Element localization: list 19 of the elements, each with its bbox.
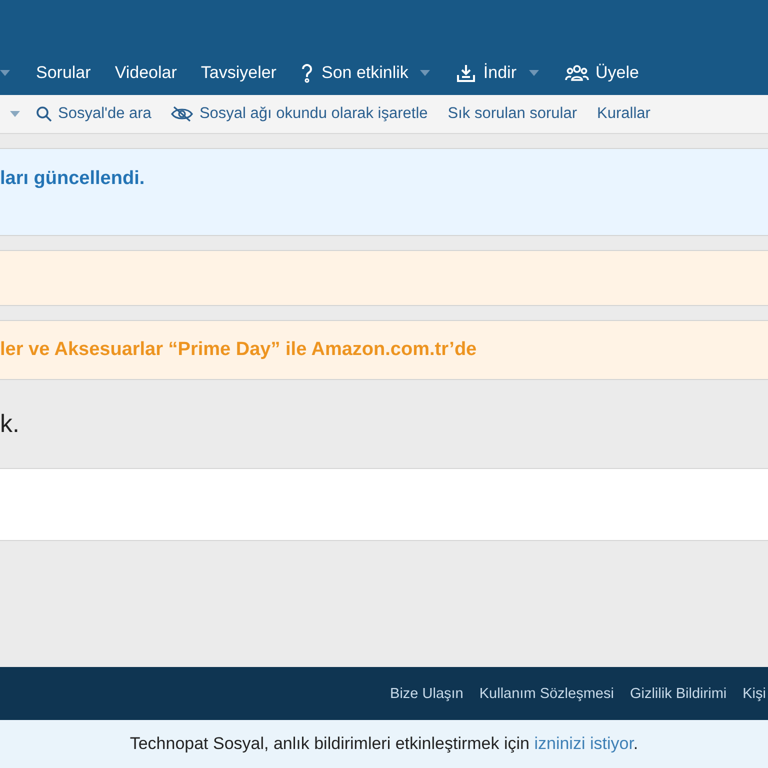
- subnav-link[interactable]: Sosyal ağı okundu olarak işaretle: [171, 105, 428, 123]
- nav-link[interactable]: Tavsiyeler: [200, 62, 276, 82]
- permission-link[interactable]: izninizi istiyor: [534, 734, 634, 753]
- subnav-link[interactable]: Sosyal'de ara: [36, 105, 152, 123]
- subnav-link[interactable]: Sık sorulan sorular: [448, 105, 578, 123]
- footer-link[interactable]: Kullanım Sözleşmesi: [479, 686, 614, 702]
- notification-message: Technopat Sosyal, anlık bildirimleri etkinleştirmek için izninizi istiyor.: [130, 734, 638, 754]
- footer-link[interactable]: Bize Ulaşın: [390, 686, 464, 702]
- subnav-link[interactable]: Kurallar: [597, 105, 650, 123]
- nav-link[interactable]: Üyele: [564, 62, 639, 82]
- nav-link[interactable]: İndir: [456, 62, 516, 82]
- notice-text: ler ve Aksesuarlar “Prime Day” ile Amazon.com.tr’de: [0, 339, 477, 360]
- nav-link[interactable]: Videolar: [114, 62, 177, 82]
- footer-link[interactable]: Gizlilik Bildirimi: [630, 686, 727, 702]
- nav-link[interactable]: Son etkinlik: [300, 62, 408, 82]
- notice-text: ları güncellendi.: [0, 168, 145, 189]
- nav-link[interactable]: Sorular: [36, 62, 91, 82]
- message-text: k.: [0, 409, 20, 440]
- footer-link[interactable]: Kişi: [742, 686, 766, 702]
